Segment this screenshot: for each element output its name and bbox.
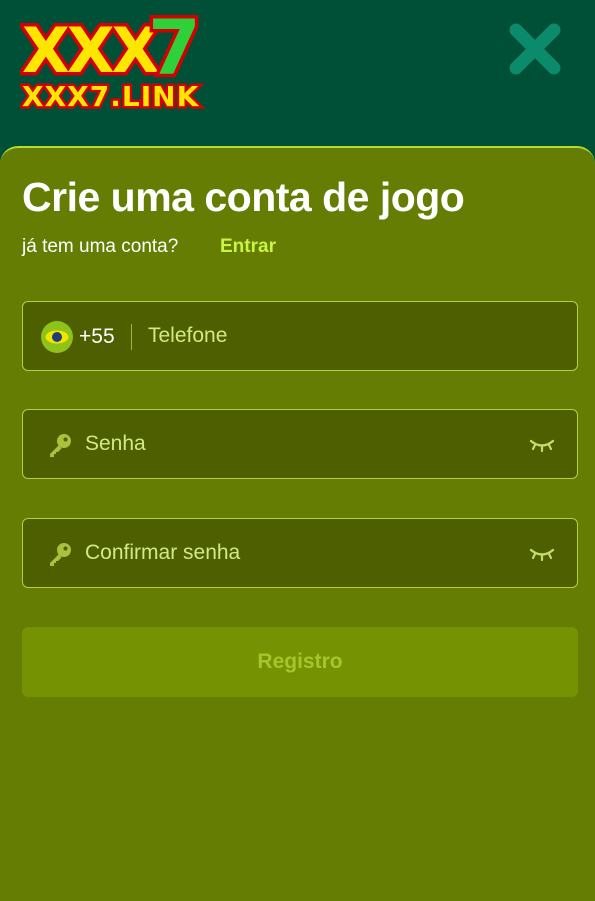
svg-text:XXX7.LINK: XXX7.LINK bbox=[22, 80, 200, 112]
phone-field[interactable]: +55 bbox=[22, 301, 578, 371]
header: XXX 7 XXX7.LINK bbox=[0, 0, 595, 150]
brand-logo-image: XXX 7 XXX7.LINK bbox=[19, 0, 205, 116]
key-icon bbox=[50, 434, 71, 457]
password-field[interactable] bbox=[22, 409, 578, 479]
register-button[interactable]: Registro bbox=[22, 627, 578, 697]
close-icon bbox=[509, 23, 561, 75]
close-button[interactable] bbox=[504, 18, 566, 80]
login-prompt: já tem uma conta? bbox=[22, 236, 179, 257]
brand-logo: XXX 7 XXX7.LINK bbox=[19, 0, 220, 116]
login-link[interactable]: Entrar bbox=[220, 236, 276, 258]
key-icon bbox=[50, 543, 71, 566]
password-input[interactable] bbox=[85, 410, 515, 478]
country-code[interactable]: +55 bbox=[79, 325, 115, 349]
phone-input[interactable] bbox=[148, 302, 558, 370]
register-sheet: Crie uma conta de jogo já tem uma conta?… bbox=[0, 146, 595, 901]
confirm-password-field[interactable] bbox=[22, 518, 578, 588]
svg-text:XXX: XXX bbox=[22, 14, 159, 87]
page-title: Crie uma conta de jogo bbox=[22, 174, 465, 220]
confirm-password-input[interactable] bbox=[85, 519, 515, 587]
eye-closed-icon[interactable] bbox=[529, 434, 555, 454]
eye-closed-icon[interactable] bbox=[529, 543, 555, 563]
divider bbox=[131, 324, 132, 350]
brazil-flag-icon bbox=[41, 321, 73, 353]
